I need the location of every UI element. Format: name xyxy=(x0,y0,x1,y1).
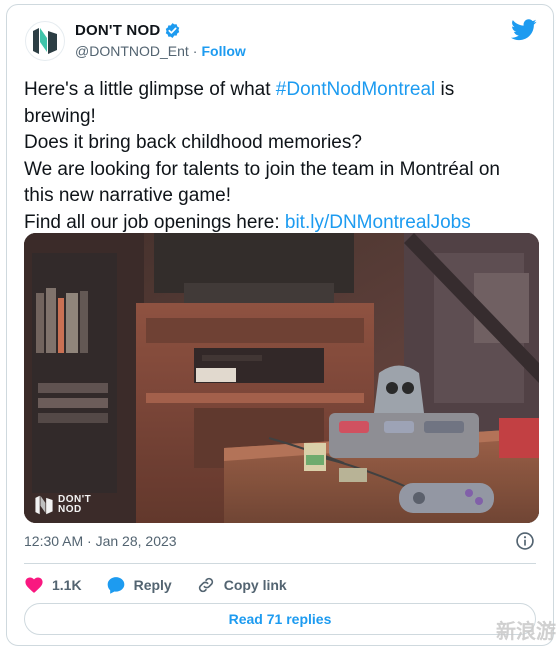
copy-link-label: Copy link xyxy=(223,577,287,593)
tweet-timestamp[interactable]: 12:30 AM · Jan 28, 2023 xyxy=(24,533,177,549)
tweet-text-segment: We are looking for talents to join the t… xyxy=(24,158,500,180)
tweet-text: Here's a little glimpse of what #DontNod… xyxy=(24,77,544,236)
tweet-line: Here's a little glimpse of what #DontNod… xyxy=(24,77,544,104)
action-bar: 1.1K Reply Copy link xyxy=(24,571,287,599)
watermark-line2: NOD xyxy=(58,504,82,515)
author-name[interactable]: DON'T NOD xyxy=(75,22,160,39)
media-watermark: DON'T NOD xyxy=(34,495,91,515)
heart-icon xyxy=(25,577,43,593)
author-name-row[interactable]: DON'T NOD xyxy=(75,22,181,39)
like-button[interactable]: 1.1K xyxy=(24,575,82,595)
tweet-text-segment: this new narrative game! xyxy=(24,185,231,206)
info-icon[interactable] xyxy=(515,531,535,556)
tweet-media-image[interactable]: DON'T NOD xyxy=(24,233,539,523)
tweet-text-segment: is xyxy=(435,79,455,100)
twitter-bird-icon[interactable] xyxy=(511,19,537,46)
jobs-link[interactable]: bit.ly/DNMontrealJobs xyxy=(285,212,471,233)
handle-row: @DONTNOD_Ent · Follow xyxy=(75,43,246,59)
retro-room-illustration xyxy=(24,233,539,523)
tweet-line: Does it bring back childhood memories? xyxy=(24,130,544,157)
reply-button[interactable]: Reply xyxy=(106,575,172,595)
tweet-card: DON'T NOD @DONTNOD_Ent · Follow Here's a… xyxy=(6,4,554,646)
divider xyxy=(24,563,536,564)
reply-label: Reply xyxy=(133,577,172,593)
verified-badge-icon xyxy=(164,22,181,39)
author-handle[interactable]: @DONTNOD_Ent xyxy=(75,43,189,59)
handle-separator: · xyxy=(192,43,198,59)
page-watermark: 新浪游 xyxy=(496,619,556,643)
tweet-text-segment: Find all our job openings here: xyxy=(24,211,285,233)
like-count: 1.1K xyxy=(52,577,82,593)
tweet-header: DON'T NOD @DONTNOD_Ent · Follow xyxy=(7,5,553,67)
copy-link-button[interactable]: Copy link xyxy=(196,575,287,595)
watermark-text: DON'T NOD xyxy=(58,495,91,515)
read-replies-button[interactable]: Read 71 replies xyxy=(24,603,536,635)
follow-link[interactable]: Follow xyxy=(201,43,245,59)
dontnod-logo-icon xyxy=(33,28,57,54)
tweet-line: We are looking for talents to join the t… xyxy=(24,157,544,184)
tweet-text-segment: Here's a little glimpse of what xyxy=(24,79,276,100)
tweet-text-segment: Does it bring back childhood memories? xyxy=(24,132,362,153)
hashtag-link[interactable]: #DontNodMontreal xyxy=(276,79,435,100)
dontnod-watermark-icon xyxy=(35,495,53,515)
tweet-line: this new narrative game! xyxy=(24,183,544,210)
tweet-line: brewing! xyxy=(24,104,544,131)
avatar[interactable] xyxy=(25,21,65,61)
tweet-text-segment: brewing! xyxy=(24,105,96,127)
link-icon xyxy=(198,577,213,593)
reply-bubble-icon xyxy=(107,577,124,594)
